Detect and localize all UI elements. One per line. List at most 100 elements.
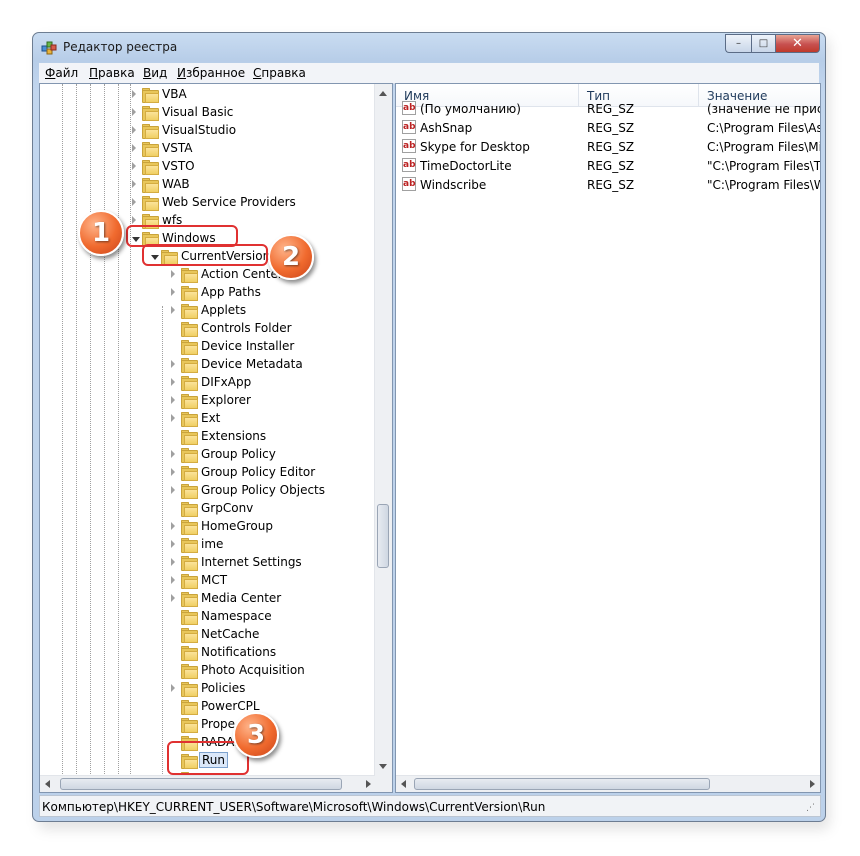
tree-item-group-policy-editor[interactable]: Group Policy Editor: [40, 464, 376, 482]
tree-item-device-metadata[interactable]: Device Metadata: [40, 356, 376, 374]
collapsed-arrow-icon[interactable]: [171, 360, 175, 368]
tree-item-ext[interactable]: Ext: [40, 410, 376, 428]
tree-item-photo-acquisition[interactable]: Photo Acquisition: [40, 662, 376, 680]
menu-file[interactable]: Файл: [45, 66, 78, 80]
collapsed-arrow-icon[interactable]: [171, 396, 175, 404]
collapsed-arrow-icon[interactable]: [171, 540, 175, 548]
scroll-up-arrow-icon[interactable]: [379, 91, 387, 96]
tree-item-prope[interactable]: Prope: [40, 716, 376, 734]
value-row[interactable]: ab AshSnap REG_SZ C:\Program Files\Ash: [396, 119, 820, 138]
tree-item-controls-folder[interactable]: Controls Folder: [40, 320, 376, 338]
menu-favorites[interactable]: Избранное: [177, 66, 245, 80]
tree-item-group-policy[interactable]: Group Policy: [40, 446, 376, 464]
tree-item-internet-settings[interactable]: Internet Settings: [40, 554, 376, 572]
tree-item-group-policy-objects[interactable]: Group Policy Objects: [40, 482, 376, 500]
collapsed-arrow-icon[interactable]: [132, 198, 136, 206]
collapsed-arrow-icon[interactable]: [171, 468, 175, 476]
scroll-left-arrow-icon[interactable]: [45, 780, 50, 788]
tree-item-label: App Paths: [201, 285, 261, 299]
tree-item-mct[interactable]: MCT: [40, 572, 376, 590]
tree-item-media-center[interactable]: Media Center: [40, 590, 376, 608]
values-horizontal-scrollbar[interactable]: [396, 775, 820, 792]
tree-item-homegroup[interactable]: HomeGroup: [40, 518, 376, 536]
values-pane[interactable]: Имя Тип Значение ab (По умолчанию) REG_SZ(…: [395, 83, 821, 793]
tree-item-wab[interactable]: WAB: [40, 176, 376, 194]
tree-item-action-center[interactable]: Action Center: [40, 266, 376, 284]
values-scroll-left-arrow-icon[interactable]: [401, 780, 406, 788]
collapsed-arrow-icon[interactable]: [132, 108, 136, 116]
menu-view[interactable]: Вид: [143, 66, 167, 80]
collapsed-arrow-icon[interactable]: [171, 378, 175, 386]
tree-item-device-installer[interactable]: Device Installer: [40, 338, 376, 356]
collapsed-arrow-icon[interactable]: [171, 684, 175, 692]
maximize-button[interactable]: □: [751, 34, 776, 53]
menu-help[interactable]: Справка: [253, 66, 306, 80]
tree-item-label: Group Policy Editor: [201, 465, 316, 479]
tree-item-notifications[interactable]: Notifications: [40, 644, 376, 662]
tree-item-applets[interactable]: Applets: [40, 302, 376, 320]
collapsed-arrow-icon[interactable]: [171, 306, 175, 314]
collapsed-arrow-icon[interactable]: [171, 270, 175, 278]
tree-item-namespace[interactable]: Namespace: [40, 608, 376, 626]
value-row[interactable]: ab Windscribe REG_SZ "C:\Program Files\Wi: [396, 176, 820, 195]
folder-icon: [181, 412, 198, 427]
tree-item-label: VSTO: [162, 159, 195, 173]
tree-item-policies[interactable]: Policies: [40, 680, 376, 698]
tree-item-label: Namespace: [201, 609, 272, 623]
window-title: Редактор реестра: [63, 40, 178, 54]
collapsed-arrow-icon[interactable]: [132, 126, 136, 134]
tree-item-visualstudio[interactable]: VisualStudio: [40, 122, 376, 140]
collapsed-arrow-icon[interactable]: [171, 486, 175, 494]
tree-item-difxapp[interactable]: DIFxApp: [40, 374, 376, 392]
tree-item-label: Internet Settings: [201, 555, 302, 569]
tree-item-ime[interactable]: ime: [40, 536, 376, 554]
scroll-right-arrow-icon[interactable]: [366, 780, 371, 788]
minimize-button[interactable]: –: [725, 34, 751, 53]
menu-help-label: правка: [261, 66, 306, 80]
collapsed-arrow-icon[interactable]: [171, 594, 175, 602]
tree-item-label: Photo Acquisition: [201, 663, 305, 677]
tree-vertical-scrollbar[interactable]: [374, 84, 392, 776]
tree-horizontal-scrollbar[interactable]: [40, 775, 376, 792]
collapsed-arrow-icon[interactable]: [132, 216, 136, 224]
collapsed-arrow-icon[interactable]: [132, 180, 136, 188]
scroll-down-arrow-icon[interactable]: [379, 764, 387, 769]
tree-item-vba[interactable]: VBA: [40, 86, 376, 104]
collapsed-arrow-icon[interactable]: [171, 450, 175, 458]
title-bar[interactable]: Редактор реестра – □ ✕: [33, 33, 825, 63]
tree-item-visual-basic[interactable]: Visual Basic: [40, 104, 376, 122]
collapsed-arrow-icon[interactable]: [171, 288, 175, 296]
folder-icon: [142, 88, 159, 103]
collapsed-arrow-icon[interactable]: [171, 414, 175, 422]
tree-item-extensions[interactable]: Extensions: [40, 428, 376, 446]
values-hscroll-thumb[interactable]: [414, 778, 710, 790]
values-scroll-right-arrow-icon[interactable]: [810, 780, 815, 788]
menu-bar: Файл Правка Вид Избранное Справка: [39, 63, 819, 84]
value-row[interactable]: ab Skype for Desktop REG_SZ C:\Program File…: [396, 138, 820, 157]
value-row[interactable]: ab (По умолчанию) REG_SZ (значение не присв…: [396, 100, 820, 119]
tree-item-app-paths[interactable]: App Paths: [40, 284, 376, 302]
collapsed-arrow-icon[interactable]: [132, 90, 136, 98]
key-tree-pane[interactable]: VBA Visual Basic VisualStudio VSTA VSTO WAB We…: [39, 83, 393, 793]
tree-item-web-service-providers[interactable]: Web Service Providers: [40, 194, 376, 212]
collapsed-arrow-icon[interactable]: [171, 576, 175, 584]
tree-item-vsto[interactable]: VSTO: [40, 158, 376, 176]
collapsed-arrow-icon[interactable]: [171, 522, 175, 530]
collapsed-arrow-icon[interactable]: [132, 144, 136, 152]
close-button[interactable]: ✕: [776, 34, 820, 53]
menu-edit[interactable]: Правка: [89, 66, 135, 80]
tree-item-grpconv[interactable]: GrpConv: [40, 500, 376, 518]
resize-grip-icon[interactable]: ⋰: [806, 803, 815, 813]
collapsed-arrow-icon[interactable]: [171, 558, 175, 566]
tree-scroll-thumb[interactable]: [377, 504, 389, 568]
collapsed-arrow-icon[interactable]: [132, 162, 136, 170]
tree-hscroll-thumb[interactable]: [60, 778, 342, 790]
tree-item-netcache[interactable]: NetCache: [40, 626, 376, 644]
folder-icon: [181, 430, 198, 445]
tree-item-vsta[interactable]: VSTA: [40, 140, 376, 158]
folder-icon: [181, 484, 198, 499]
value-row[interactable]: ab TimeDoctorLite REG_SZ "C:\Program Files\…: [396, 157, 820, 176]
tree-item-powercpl[interactable]: PowerCPL: [40, 698, 376, 716]
tree-item-explorer[interactable]: Explorer: [40, 392, 376, 410]
folder-icon: [181, 718, 198, 733]
